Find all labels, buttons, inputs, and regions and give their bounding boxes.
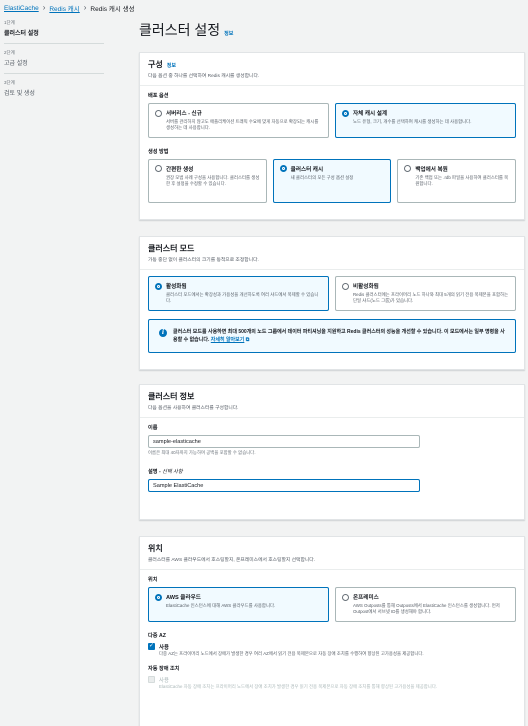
wizard-steps: 1단계 클러스터 설정 2단계 고급 설정 3단계 검토 및 생성 <box>4 20 104 109</box>
radio-icon[interactable] <box>404 165 412 173</box>
deploy-custom-tile[interactable]: 자체 캐시 설계 노드 유형, 크기, 개수를 선택하여 캐시를 생성하는 데 … <box>335 103 516 138</box>
radio-selected-icon[interactable] <box>155 593 162 601</box>
name-input[interactable]: sample-elasticache <box>148 435 420 448</box>
checkbox-checked-icon[interactable]: ✓ <box>148 642 155 650</box>
panel-desc: 가동 중단 없이 클러스터의 크기를 동적으로 조정합니다. <box>148 258 259 263</box>
deploy-option-label: 배포 옵션 <box>148 93 169 99</box>
multi-az-label: 다중 AZ <box>148 632 166 639</box>
multi-az-desc: 다중 AZ는 프라이머리 노드에서 장애가 발생한 경우 여러 AZ에서 읽기 … <box>159 650 424 656</box>
info-icon: i <box>159 328 167 337</box>
breadcrumb-current: Redis 캐시 생성 <box>90 6 135 13</box>
description-input[interactable]: Sample ElastiCache <box>148 479 420 492</box>
auto-failover-desc: ElastiCache 자동 장애 조치는 프라이머리 노드에서 장애 조치가 … <box>159 684 438 690</box>
step-label: 검토 및 생성 <box>4 91 35 97</box>
panel-title: 구성 정보 <box>148 60 176 69</box>
location-on-premises-tile[interactable]: 온프레미스 AWS Outposts를 통해 Outposts에서 Elasti… <box>335 587 516 622</box>
panel-title: 클러스터 모드 <box>148 244 195 253</box>
radio-selected-icon[interactable] <box>279 165 287 173</box>
location-label: 위치 <box>148 577 158 583</box>
panel-title: 위치 <box>148 544 163 553</box>
name-hint: 이름은 최대 40자까지 가능하며 공백을 포함할 수 없습니다. <box>148 450 256 455</box>
breadcrumb: ElastiCache › Redis 캐시 › Redis 캐시 생성 <box>4 2 135 14</box>
step-2: 2단계 고급 설정 <box>4 50 104 74</box>
checkbox-disabled-icon: ✓ <box>148 676 155 684</box>
radio-selected-icon[interactable] <box>155 282 162 290</box>
create-restore-tile[interactable]: 백업에서 복원 기존 백업 또는 .rdb 파일을 사용하여 클러스터를 복원합… <box>397 158 517 203</box>
info-link[interactable]: 정보 <box>224 30 233 37</box>
step-label: 고급 설정 <box>4 61 28 67</box>
radio-icon[interactable] <box>342 282 349 290</box>
radio-selected-icon[interactable] <box>342 109 349 117</box>
chevron-right-icon: › <box>42 3 46 12</box>
step-label: 클러스터 설정 <box>4 31 39 37</box>
location-panel: 위치 클러스터를 AWS 클라우드에서 호스팅할지, 온프레미스에서 호스팅할지… <box>139 536 525 726</box>
panel-title: 클러스터 정보 <box>148 392 195 401</box>
page-title: 클러스터 설정 정보 <box>139 20 233 40</box>
description-label: 설명 - 선택 사항 <box>148 469 183 475</box>
step-number: 3단계 <box>4 80 15 85</box>
mode-enabled-tile[interactable]: 활성화됨 클러스터 모드에서는 확장성과 가용성을 개선하도록 여러 샤드에서 … <box>148 276 329 311</box>
mode-disabled-tile[interactable]: 비활성화됨 Redis 클러스터에는 프라이머리 노드 하나와 최대 5개의 읽… <box>335 276 516 311</box>
config-panel: 구성 정보 다음 옵션 중 하나를 선택하여 Redis 캐시를 생성합니다. 배… <box>139 52 525 220</box>
create-method-label: 생성 방법 <box>148 148 169 155</box>
deploy-serverless-tile[interactable]: 서버리스 - 신규 서버를 관리하지 않고도 애플리케이션 트래픽 수요에 맞게… <box>148 103 329 138</box>
radio-icon[interactable] <box>155 165 162 173</box>
cluster-mode-options: 활성화됨 클러스터 모드에서는 확장성과 가용성을 개선하도록 여러 샤드에서 … <box>148 276 516 311</box>
radio-icon[interactable] <box>342 593 349 601</box>
panel-desc: 클러스터를 AWS 클라우드에서 호스팅할지, 온프레미스에서 호스팅할지 선택… <box>148 558 316 563</box>
location-options: AWS 클라우드 ElastiCache 인스턴스에 대해 AWS 클라우드를 … <box>148 587 516 622</box>
radio-icon[interactable] <box>155 109 162 117</box>
learn-more-link[interactable]: 자세히 알아보기 <box>211 337 245 343</box>
step-1[interactable]: 1단계 클러스터 설정 <box>4 20 104 44</box>
deploy-options: 서버리스 - 신규 서버를 관리하지 않고도 애플리케이션 트래픽 수요에 맞게… <box>148 103 516 138</box>
create-easy-tile[interactable]: 간편한 생성 권장 모범 사례 구성을 사용합니다. 클러스터를 생성한 후 설… <box>148 158 267 203</box>
cluster-info-panel: 클러스터 정보 다음 옵션을 사용하여 클러스터를 구성합니다. 이름 samp… <box>139 384 525 520</box>
cluster-mode-panel: 클러스터 모드 가동 중단 없이 클러스터의 크기를 동적으로 조정합니다. 활… <box>139 236 525 370</box>
step-number: 1단계 <box>4 20 15 25</box>
location-aws-cloud-tile[interactable]: AWS 클라우드 ElastiCache 인스턴스에 대해 AWS 클라우드를 … <box>148 587 329 622</box>
chevron-right-icon: › <box>83 3 87 12</box>
auto-failover-label: 자동 장애 조치 <box>148 666 180 673</box>
create-cluster-tile[interactable]: 클러스터 캐시 새 클러스터의 모든 구성 옵션 설정 <box>272 158 392 203</box>
breadcrumb-redis-cache[interactable]: Redis 캐시 <box>49 3 79 13</box>
info-alert: i 클러스터 모드를 사용하면 최대 500개의 노드 그룹에서 데이터 파티셔… <box>148 318 516 353</box>
step-number: 2단계 <box>4 50 15 55</box>
name-label: 이름 <box>148 425 158 431</box>
multi-az-checkbox-row[interactable]: ✓ 사용 <box>148 642 516 651</box>
panel-desc: 다음 옵션을 사용하여 클러스터를 구성합니다. <box>148 406 239 411</box>
info-link[interactable]: 정보 <box>167 62 176 69</box>
page-title-text: 클러스터 설정 <box>139 22 221 38</box>
breadcrumb-elasticache[interactable]: ElastiCache <box>4 5 39 12</box>
step-3: 3단계 검토 및 생성 <box>4 80 104 103</box>
panel-desc: 다음 옵션 중 하나를 선택하여 Redis 캐시를 생성합니다. <box>148 74 260 79</box>
create-options: 간편한 생성 권장 모범 사례 구성을 사용합니다. 클러스터를 생성한 후 설… <box>148 158 517 203</box>
external-link-icon: ⧉ <box>245 336 250 343</box>
